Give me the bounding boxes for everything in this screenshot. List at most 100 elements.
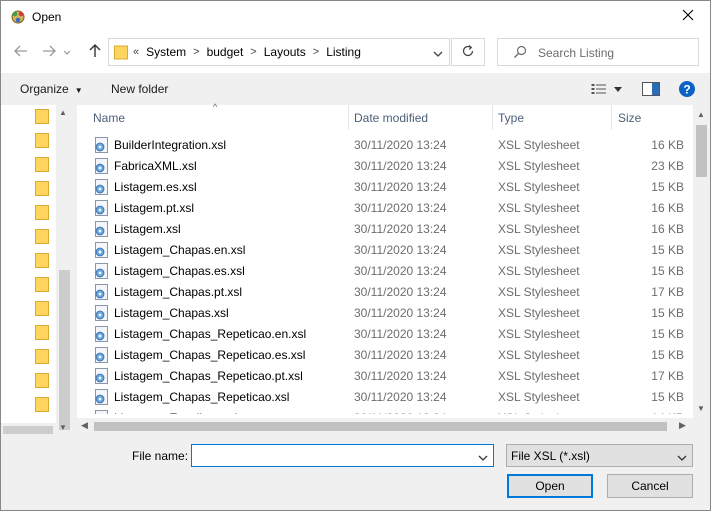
folder-icon[interactable] (35, 396, 49, 412)
file-row[interactable]: Listagem.es.xsl 30/11/2020 13:24 XSL Style… (93, 177, 693, 198)
file-size: 16 KB (651, 138, 684, 152)
file-row[interactable]: Listagem_Espelho...xsl 30/11/2020 13:24 XS… (93, 408, 693, 414)
scroll-up-icon[interactable]: ▲ (59, 108, 67, 117)
column-divider[interactable] (492, 105, 493, 130)
scroll-right-icon[interactable]: ▶ (679, 420, 686, 431)
column-name[interactable]: Name (93, 111, 125, 125)
folder-icon[interactable] (35, 300, 49, 316)
column-type[interactable]: Type (498, 111, 524, 125)
xsl-file-icon (93, 347, 110, 364)
file-date-modified: 30/11/2020 13:24 (354, 348, 447, 362)
scroll-down-icon[interactable]: ▼ (697, 404, 705, 413)
file-type: XSL Stylesheet (498, 159, 580, 173)
file-row[interactable]: Listagem_Chapas.en.xsl 30/11/2020 13:24 XS… (93, 240, 693, 261)
column-size[interactable]: Size (618, 111, 641, 125)
file-type: XSL Stylesheet (498, 222, 580, 236)
help-icon[interactable]: ? (678, 80, 696, 98)
up-button[interactable] (84, 41, 106, 63)
folder-icon[interactable] (35, 276, 49, 292)
file-row[interactable]: Listagem_Chapas_Repeticao.es.xsl 30/11/20… (93, 345, 693, 366)
breadcrumb-listing[interactable]: Listing (326, 45, 361, 59)
refresh-button[interactable] (451, 38, 485, 66)
navigation-pane-hscroll-thumb[interactable] (3, 426, 53, 434)
file-name-field[interactable] (191, 444, 494, 467)
file-size: 15 KB (651, 327, 684, 341)
file-list-scroll-thumb[interactable] (696, 125, 707, 177)
folder-icon[interactable] (35, 324, 49, 340)
file-name-chevron-down-icon[interactable] (478, 451, 488, 465)
file-date-modified: 30/11/2020 13:24 (354, 222, 447, 236)
navigation-pane-scroll-thumb[interactable] (59, 270, 70, 430)
folder-icon[interactable] (35, 132, 49, 148)
file-row[interactable]: FabricaXML.xsl 30/11/2020 13:24 XSL Styles… (93, 156, 693, 177)
file-row[interactable]: Listagem_Chapas_Repeticao.pt.xsl 30/11/20… (93, 366, 693, 387)
search-icon (513, 45, 527, 62)
cancel-button[interactable]: Cancel (607, 474, 693, 498)
file-type-filter[interactable]: File XSL (*.xsl) (506, 444, 693, 467)
file-name: Listagem_Chapas_Repeticao.en.xsl (114, 327, 307, 341)
file-size: 15 KB (651, 306, 684, 320)
folder-icon[interactable] (35, 108, 49, 124)
xsl-file-icon (93, 158, 110, 175)
breadcrumb-separator[interactable]: > (313, 46, 319, 58)
scroll-left-icon[interactable]: ◀ (81, 420, 88, 431)
file-row[interactable]: Listagem_Chapas.pt.xsl 30/11/2020 13:24 XS… (93, 282, 693, 303)
open-button[interactable]: Open (507, 474, 593, 498)
file-row[interactable]: BuilderIntegration.xsl 30/11/2020 13:24 XS… (93, 135, 693, 156)
title-bar: Open (1, 1, 710, 32)
file-row[interactable]: Listagem.pt.xsl 30/11/2020 13:24 XSL Style… (93, 198, 693, 219)
file-size: 15 KB (651, 264, 684, 278)
breadcrumb-overflow[interactable]: « (133, 46, 139, 58)
new-folder-button[interactable]: New folder (111, 82, 168, 96)
back-button[interactable] (10, 41, 32, 63)
view-chevron-down-icon[interactable] (611, 80, 625, 98)
scroll-up-icon[interactable]: ▲ (697, 110, 705, 119)
column-date-modified[interactable]: Date modified (354, 111, 428, 125)
close-icon (682, 9, 694, 24)
file-type: XSL Stylesheet (498, 369, 580, 383)
file-row[interactable]: Listagem_Chapas.xsl 30/11/2020 13:24 XSL S… (93, 303, 693, 324)
file-row[interactable]: Listagem.xsl 30/11/2020 13:24 XSL Styleshe… (93, 219, 693, 240)
breadcrumb-separator[interactable]: > (193, 46, 199, 58)
file-type: XSL Stylesheet (498, 243, 580, 257)
search-input[interactable]: Search Listing (497, 38, 699, 66)
column-divider[interactable] (611, 105, 612, 130)
folder-icon[interactable] (35, 156, 49, 172)
folder-icon[interactable] (35, 180, 49, 196)
recent-locations-button[interactable] (60, 41, 74, 63)
scroll-down-icon[interactable]: ▼ (59, 423, 67, 432)
forward-button[interactable] (38, 41, 60, 63)
file-date-modified: 30/11/2020 13:24 (354, 411, 447, 414)
folder-icon[interactable] (35, 372, 49, 388)
folder-icon[interactable] (35, 228, 49, 244)
file-row[interactable]: Listagem_Chapas_Repeticao.xsl 30/11/2020 … (93, 387, 693, 408)
xsl-file-icon (93, 200, 110, 217)
xsl-file-icon (93, 137, 110, 154)
breadcrumb-system[interactable]: System (146, 45, 186, 59)
breadcrumb-layouts[interactable]: Layouts (264, 45, 306, 59)
folder-icon[interactable] (35, 252, 49, 268)
file-row[interactable]: Listagem_Chapas.es.xsl 30/11/2020 13:24 XS… (93, 261, 693, 282)
xsl-file-icon (93, 389, 110, 406)
address-history-chevron-icon[interactable] (433, 47, 443, 61)
close-button[interactable] (666, 1, 710, 32)
column-divider[interactable] (348, 105, 349, 130)
organize-button[interactable]: Organize ▼ (20, 82, 83, 96)
address-bar[interactable]: « System > budget > Layouts > Listing (108, 38, 450, 66)
file-list-hscroll-thumb[interactable] (94, 422, 667, 431)
preview-pane-icon[interactable] (642, 80, 660, 98)
breadcrumb-budget[interactable]: budget (207, 45, 244, 59)
file-size: 14 KB (613, 411, 684, 414)
breadcrumb-separator[interactable]: > (250, 46, 256, 58)
folder-icon[interactable] (35, 348, 49, 364)
folder-icon (114, 44, 128, 60)
folder-icon[interactable] (35, 204, 49, 220)
file-name: Listagem_Chapas_Repeticao.pt.xsl (114, 369, 303, 383)
file-name: Listagem.es.xsl (114, 180, 197, 194)
file-size: 16 KB (651, 201, 684, 215)
file-row[interactable]: Listagem_Chapas_Repeticao.en.xsl 30/11/20… (93, 324, 693, 345)
file-name: Listagem_Chapas_Repeticao.es.xsl (114, 348, 306, 362)
file-date-modified: 30/11/2020 13:24 (354, 285, 447, 299)
back-arrow-icon (14, 45, 28, 60)
view-options-icon[interactable] (589, 80, 611, 98)
